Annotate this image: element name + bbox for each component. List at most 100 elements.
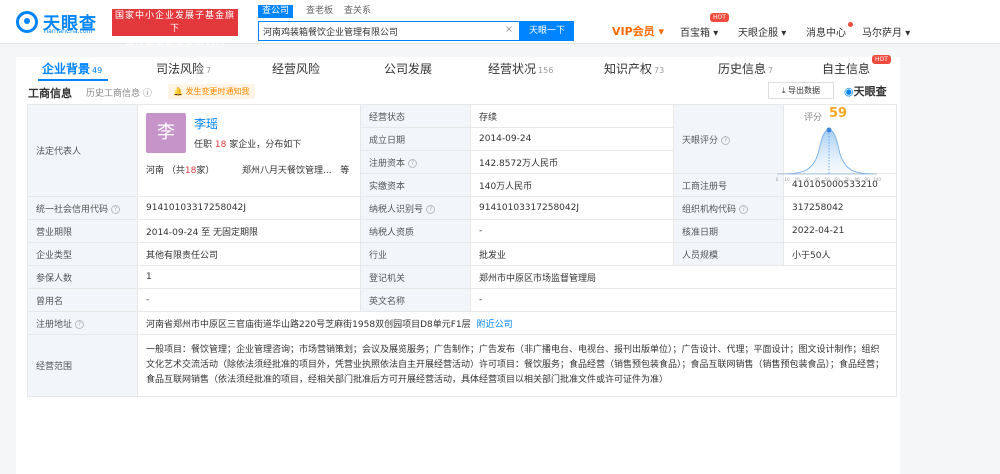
chevron-down-icon: ▾: [781, 28, 787, 39]
approval-date-label: 核准日期: [673, 219, 784, 243]
address-value: 河南省郑州市中原区三官庙街道华山路220号芝麻街1958双创园项目D8单元F1层…: [137, 311, 897, 335]
nav-toolbox-label: 百宝箱: [680, 28, 710, 39]
tab-operation-risk[interactable]: 经营风险: [272, 60, 320, 77]
axis-tick-label: 0: [776, 177, 779, 182]
history-label: 历史工商信息: [86, 89, 141, 99]
download-icon: ⤓: [781, 86, 786, 95]
tab-business-status[interactable]: 经营状况 156: [488, 60, 553, 77]
founded-label: 成立日期: [360, 127, 471, 151]
taxpayer-id-label-text: 纳税人识别号: [369, 204, 424, 215]
tab-label: 知识产权: [604, 62, 653, 76]
help-icon[interactable]: ?: [111, 204, 121, 214]
help-icon[interactable]: ?: [408, 158, 418, 168]
reg-capital-value: 142.8572万人民币: [470, 150, 674, 174]
axis-tick-label: 70: [844, 177, 850, 182]
info-icon: ⓘ: [142, 89, 152, 99]
region-name: 河南: [146, 165, 165, 176]
score-distribution-chart: 0 10 20 30 40 50 60 70 80 90 100: [776, 127, 882, 182]
english-name-label: 英文名称: [360, 288, 471, 312]
tab-development[interactable]: 公司发展: [384, 60, 432, 77]
vip-member-link[interactable]: VIP会员 ▾: [612, 23, 664, 39]
help-icon[interactable]: ?: [75, 319, 85, 329]
axis-tick-label: 100: [873, 177, 881, 182]
search-input[interactable]: [263, 22, 503, 40]
nav-message-center[interactable]: 消息中心: [806, 24, 846, 39]
insured-value: 1: [137, 265, 361, 289]
help-icon[interactable]: ?: [739, 204, 749, 214]
former-name-label: 曾用名: [27, 288, 138, 312]
change-notify-button[interactable]: 🔔 发生变更时通知我: [168, 84, 255, 99]
history-link[interactable]: 历史工商信息 ⓘ: [86, 86, 152, 99]
credit-code-value: 91410103317258042J: [137, 196, 361, 220]
badge-line-2: 官方备案企业征信机构: [124, 37, 225, 47]
search-button[interactable]: 天眼一下: [520, 21, 574, 41]
legal-rep-name[interactable]: 李瑶: [194, 115, 218, 132]
region-summary: 河南 （共18家）: [146, 163, 214, 176]
clear-icon[interactable]: ×: [503, 24, 515, 36]
role-count[interactable]: 18: [215, 140, 226, 150]
taxpayer-qual-label: 纳税人资质: [360, 219, 471, 243]
reg-capital-label: 注册资本?: [360, 150, 471, 174]
industry-label: 行业: [360, 242, 471, 266]
logo-eye-icon: [16, 11, 38, 33]
taxpayer-qual-value: -: [470, 219, 674, 243]
avatar[interactable]: 李: [146, 112, 186, 153]
certification-badge: 国家中小企业发展子基金旗下 官方备案企业征信机构: [112, 9, 238, 47]
axis-tick-label: 60: [834, 177, 840, 182]
brand-watermark: ◉天眼查: [844, 83, 887, 99]
tab-label: 经营风险: [272, 62, 321, 76]
taxpayer-id-label: 纳税人识别号?: [360, 196, 471, 220]
tab-ip[interactable]: 知识产权 73: [604, 60, 664, 77]
distribution-area: [776, 129, 878, 175]
search-tab-boss[interactable]: 查老板: [302, 5, 337, 18]
axis-tick-label: 40: [814, 177, 820, 182]
notify-label: 发生变更时通知我: [185, 87, 250, 96]
tab-label: 历史信息: [718, 62, 767, 76]
taxpayer-id-value: 91410103317258042J: [470, 196, 674, 220]
reg-no-label: 工商注册号: [673, 173, 784, 197]
related-company[interactable]: 郑州八月天餐饮管理... 等: [242, 163, 349, 176]
export-button[interactable]: ⤓ 导出数据: [768, 82, 834, 99]
approval-date-value: 2022-04-21: [783, 219, 897, 243]
tab-background[interactable]: 企业背景 49: [42, 60, 102, 77]
authority-label: 登记机关: [360, 265, 471, 289]
site-logo[interactable]: 天眼查 TianYanCha.com: [16, 9, 108, 35]
address-label-text: 注册地址: [36, 319, 73, 330]
company-name: 郑州八月天餐饮管理...: [242, 165, 332, 176]
org-code-label-text: 组织机构代码: [682, 204, 737, 215]
founded-value: 2014-09-24: [470, 127, 674, 151]
search-tab-company[interactable]: 查公司: [258, 5, 294, 18]
english-name-value: -: [470, 288, 897, 312]
tab-count: 73: [654, 66, 665, 75]
help-icon[interactable]: ?: [426, 204, 436, 214]
user-menu[interactable]: 马尔萨月 ▾: [862, 24, 910, 39]
role-prefix: 任职: [194, 139, 213, 150]
nav-enterprise-service[interactable]: 天眼企服 ▾: [738, 24, 786, 39]
hot-badge: HOT: [872, 55, 891, 64]
axis-tick-label: 80: [854, 177, 860, 182]
credit-code-label: 统一社会信用代码?: [27, 196, 138, 220]
tab-label: 司法风险: [156, 62, 205, 76]
tab-self-info[interactable]: 自主信息: [822, 60, 870, 77]
tab-label: 公司发展: [384, 62, 433, 76]
nav-enterprise-label: 天眼企服: [738, 28, 778, 39]
tab-label: 企业背景: [42, 62, 91, 76]
company-tabs: 企业背景 49 司法风险 7 经营风险 公司发展 经营状况 156 知识产权 73 历史…: [16, 55, 900, 81]
tab-count: 7: [768, 66, 774, 75]
logo-domain: TianYanCha.com: [43, 28, 93, 35]
nearby-companies-link[interactable]: 附近公司: [477, 320, 513, 330]
tab-count: 7: [206, 66, 212, 75]
search-tab-relation[interactable]: 查关系: [340, 5, 375, 18]
nav-toolbox[interactable]: 百宝箱 ▾: [680, 24, 718, 39]
role-suffix: 家企业，分布如下: [229, 139, 302, 150]
tab-history[interactable]: 历史信息 7: [718, 60, 773, 77]
legal-rep-label: 法定代表人: [27, 104, 138, 197]
axis-ticks: 0 10 20 30 40 50 60 70 80 90 100: [776, 177, 882, 182]
paid-capital-label: 实缴资本: [360, 173, 471, 197]
address-text: 河南省郑州市中原区三官庙街道华山路220号芝麻街1958双创园项目D8单元F1层: [146, 319, 471, 330]
authority-value: 郑州市中原区市场监督管理局: [470, 265, 897, 289]
hot-badge: HOT: [710, 13, 729, 22]
company-type-label: 企业类型: [27, 242, 138, 266]
unread-dot: [848, 22, 853, 27]
tab-legal-risk[interactable]: 司法风险 7: [156, 60, 211, 77]
